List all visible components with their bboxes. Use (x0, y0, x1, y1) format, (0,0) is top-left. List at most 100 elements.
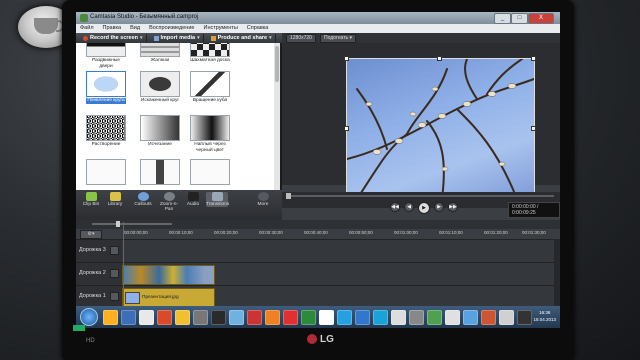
resize-handle[interactable] (531, 126, 536, 131)
transition-tile[interactable]: Жалюзи (140, 43, 180, 64)
zoom-slider-knob[interactable] (116, 221, 120, 227)
track-header: Дорожка 2 (76, 263, 122, 285)
taskbar-app-icon[interactable] (103, 309, 118, 325)
taskbar-app-icon[interactable] (247, 309, 262, 325)
video-frame[interactable] (346, 58, 535, 200)
track-2[interactable]: Дорожка 2 (76, 263, 560, 286)
scrub-head[interactable] (286, 193, 291, 199)
transition-tile[interactable] (86, 159, 126, 186)
fit-dropdown[interactable]: Подогнать ▾ (319, 33, 356, 43)
transition-preview-icon (190, 43, 230, 57)
taskbar-app-icon[interactable] (409, 309, 424, 325)
transition-label: Жалюзи (150, 58, 170, 63)
taskbar-app-icon[interactable] (157, 309, 172, 325)
ruler-tick: 00:01:10;00 (439, 230, 463, 235)
menu-file[interactable]: Файл (80, 24, 94, 33)
transition-tile[interactable]: Исчезание (140, 115, 180, 148)
tab-more[interactable]: More (252, 192, 274, 207)
play-button[interactable]: ▶ (418, 202, 430, 214)
transition-tile[interactable]: Раздвижные двери (86, 43, 126, 70)
transition-label: Искаженный круг (140, 98, 180, 103)
gear-icon[interactable]: ⚙▾ (80, 230, 102, 239)
menu-edit[interactable]: Правка (103, 24, 122, 33)
screen: Camtasia Studio - Безымянный.camproj _ □… (76, 12, 560, 328)
transition-preview-icon (190, 159, 230, 185)
produce-share-button[interactable]: Produce and share ▾ (208, 34, 276, 42)
transition-tile[interactable] (190, 159, 230, 186)
taskbar-app-icon[interactable] (355, 309, 370, 325)
transition-tile[interactable]: Растворение (86, 115, 126, 148)
taskbar-app-icon[interactable] (319, 309, 334, 325)
tab-library[interactable]: Library (104, 192, 126, 207)
menu-tools[interactable]: Инструменты (203, 24, 237, 33)
fast-forward-button[interactable]: ▶▶ (448, 202, 458, 212)
scrollbar-thumb[interactable] (275, 46, 279, 82)
taskbar-app-icon[interactable] (193, 309, 208, 325)
minimize-button[interactable]: _ (494, 13, 511, 24)
close-button[interactable]: X (528, 13, 554, 24)
menu-help[interactable]: Справка (247, 24, 269, 33)
tab-clip-bin[interactable]: Clip Bin (80, 192, 102, 207)
tab-audio[interactable]: Audio (182, 192, 204, 207)
taskbar-app-icon[interactable] (121, 309, 136, 325)
import-media-button[interactable]: Import media ▾ (151, 34, 204, 42)
tab-zoom-n-pan[interactable]: Zoom-n-Pan (158, 192, 180, 212)
callouts-icon (137, 192, 149, 201)
resize-handle[interactable] (437, 56, 442, 61)
resize-handle[interactable] (344, 56, 349, 61)
taskbar-app-icon[interactable] (175, 309, 190, 325)
resize-handle[interactable] (531, 56, 536, 61)
taskbar-app-icon[interactable] (211, 309, 226, 325)
energy-sticker (73, 325, 85, 331)
rewind-button[interactable]: ◀◀ (390, 202, 400, 212)
taskbar-app-icon[interactable] (499, 309, 514, 325)
transition-tile[interactable]: Появление круга (86, 71, 126, 104)
transition-tile[interactable] (140, 159, 180, 186)
taskbar-app-icon[interactable] (373, 309, 388, 325)
timeline-clip-image[interactable]: Презентация.jpg (122, 288, 215, 308)
timeline-scrollbar[interactable] (554, 239, 560, 309)
transition-tile[interactable]: Шахматная доска (190, 43, 230, 64)
cup-icon (34, 18, 58, 34)
import-icon (153, 35, 159, 41)
start-button[interactable] (80, 308, 98, 326)
taskbar-app-icon[interactable] (463, 309, 478, 325)
taskbar-app-icon[interactable] (337, 309, 352, 325)
lock-icon[interactable] (110, 246, 119, 255)
lock-icon[interactable] (110, 269, 119, 278)
taskbar-app-icon[interactable] (481, 309, 496, 325)
scrub-track[interactable] (288, 195, 554, 197)
ruler-tick: 00:00:10;00 (169, 230, 193, 235)
playhead[interactable] (123, 222, 124, 308)
menu-playback[interactable]: Воспроизведение (149, 24, 194, 33)
transition-tile[interactable]: Наплыв через черный цвет (190, 115, 230, 154)
tab-transitions[interactable]: Transitions (206, 192, 229, 207)
taskbar-app-icon[interactable] (391, 309, 406, 325)
resize-handle[interactable] (344, 126, 349, 131)
transition-tile[interactable]: Искаженный круг (140, 71, 180, 104)
taskbar-clock[interactable]: 16:36 18.04.2013 (533, 309, 556, 323)
record-screen-button[interactable]: Record the screen ▾ (80, 34, 147, 42)
track-3[interactable]: Дорожка 3 (76, 240, 560, 263)
resolution-dropdown[interactable]: 1280x720 (286, 33, 316, 43)
lock-icon[interactable] (110, 292, 119, 301)
timeline-zoom-slider[interactable] (92, 223, 172, 225)
taskbar-app-icon[interactable] (229, 309, 244, 325)
taskbar-app-icon[interactable] (427, 309, 442, 325)
taskbar-app-icon[interactable] (445, 309, 460, 325)
tab-callouts[interactable]: Callouts (132, 192, 154, 207)
taskbar-app-icon[interactable] (301, 309, 316, 325)
menu-view[interactable]: Вид (130, 24, 140, 33)
preview-canvas (282, 43, 560, 200)
step-forward-button[interactable]: ▶ (434, 202, 444, 212)
taskbar-app-icon[interactable] (283, 309, 298, 325)
step-back-button[interactable]: ◀ (404, 202, 414, 212)
timeline-ruler[interactable]: ⚙▾ 00:00:00;00 00:00:10;00 00:00:20;00 0… (76, 229, 560, 240)
transition-label: Растворение (91, 142, 121, 147)
taskbar-app-icon[interactable] (139, 309, 154, 325)
taskbar-app-icon[interactable] (517, 309, 532, 325)
maximize-button[interactable]: □ (511, 13, 528, 24)
timeline-clip-transitions[interactable] (122, 265, 215, 285)
transition-tile[interactable]: Вращение куба (190, 71, 230, 104)
taskbar-app-icon[interactable] (265, 309, 280, 325)
